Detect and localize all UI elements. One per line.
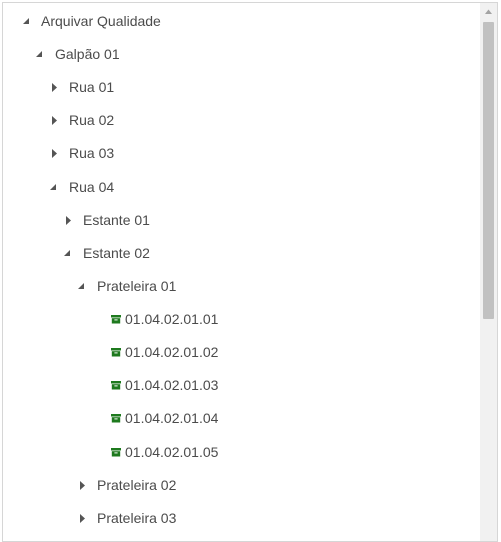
tree-leaf-label: 01.04.02.01.02	[125, 344, 219, 360]
scrollbar-thumb[interactable]	[483, 22, 494, 319]
tree-node-label: Arquivar Qualidade	[41, 13, 161, 29]
tree-leaf-box-5[interactable]: 01.04.02.01.05	[3, 436, 480, 469]
expanded-arrow-icon[interactable]	[75, 270, 87, 303]
tree-node-label: Estante 02	[83, 245, 150, 261]
tree-node-label: Rua 01	[69, 79, 115, 95]
tree-node-rua-04[interactable]: Rua 04	[3, 171, 480, 204]
tree-leaf-label: 01.04.02.01.05	[125, 444, 219, 460]
tree-node-prateleira-01[interactable]: Prateleira 01	[3, 270, 480, 303]
collapsed-arrow-icon[interactable]	[63, 204, 75, 237]
tree-node-label: Rua 03	[69, 145, 115, 161]
tree-leaf-label: 01.04.02.01.01	[125, 311, 219, 327]
tree-node-label: Prateleira 02	[97, 477, 177, 493]
tree-node-estante-02[interactable]: Estante 02	[3, 237, 480, 270]
tree-leaf-label: 01.04.02.01.03	[125, 377, 219, 393]
folder-tree: Arquivar Qualidade Galpão 01 Rua 01 Rua …	[3, 3, 480, 541]
collapsed-arrow-icon[interactable]	[49, 71, 61, 104]
tree-panel: Arquivar Qualidade Galpão 01 Rua 01 Rua …	[2, 2, 498, 542]
archive-box-icon	[111, 348, 121, 357]
archive-box-icon	[111, 315, 121, 324]
collapsed-arrow-icon[interactable]	[77, 502, 89, 535]
expanded-arrow-icon[interactable]	[20, 5, 32, 38]
expanded-arrow-icon[interactable]	[33, 38, 45, 71]
tree-node-label: Estante 01	[83, 212, 150, 228]
tree-node-rua-03[interactable]: Rua 03	[3, 137, 480, 170]
collapsed-arrow-icon[interactable]	[49, 137, 61, 170]
expanded-arrow-icon[interactable]	[61, 237, 73, 270]
tree-leaf-box-4[interactable]: 01.04.02.01.04	[3, 402, 480, 435]
tree-node-label: Prateleira 03	[97, 510, 177, 526]
collapsed-arrow-icon[interactable]	[77, 469, 89, 502]
archive-box-icon	[111, 381, 121, 390]
tree-node-label: Rua 02	[69, 112, 115, 128]
scroll-up-arrow-icon[interactable]	[480, 3, 497, 20]
tree-node-label: Galpão 01	[55, 46, 120, 62]
collapsed-arrow-icon[interactable]	[49, 104, 61, 137]
tree-node-root[interactable]: Arquivar Qualidade	[3, 5, 480, 38]
tree-node-estante-01[interactable]: Estante 01	[3, 204, 480, 237]
tree-node-rua-02[interactable]: Rua 02	[3, 104, 480, 137]
tree-node-label: Prateleira 01	[97, 278, 177, 294]
tree-leaf-box-1[interactable]: 01.04.02.01.01	[3, 303, 480, 336]
tree-node-prateleira-02[interactable]: Prateleira 02	[3, 469, 480, 502]
tree-node-warehouse[interactable]: Galpão 01	[3, 38, 480, 71]
vertical-scrollbar[interactable]	[480, 3, 497, 541]
expanded-arrow-icon[interactable]	[47, 171, 59, 204]
tree-node-prateleira-03[interactable]: Prateleira 03	[3, 502, 480, 535]
tree-leaf-box-3[interactable]: 01.04.02.01.03	[3, 369, 480, 402]
tree-leaf-label: 01.04.02.01.04	[125, 410, 219, 426]
tree-leaf-box-2[interactable]: 01.04.02.01.02	[3, 336, 480, 369]
archive-box-icon	[111, 414, 121, 423]
tree-node-rua-01[interactable]: Rua 01	[3, 71, 480, 104]
archive-box-icon	[111, 448, 121, 457]
tree-node-label: Rua 04	[69, 179, 115, 195]
